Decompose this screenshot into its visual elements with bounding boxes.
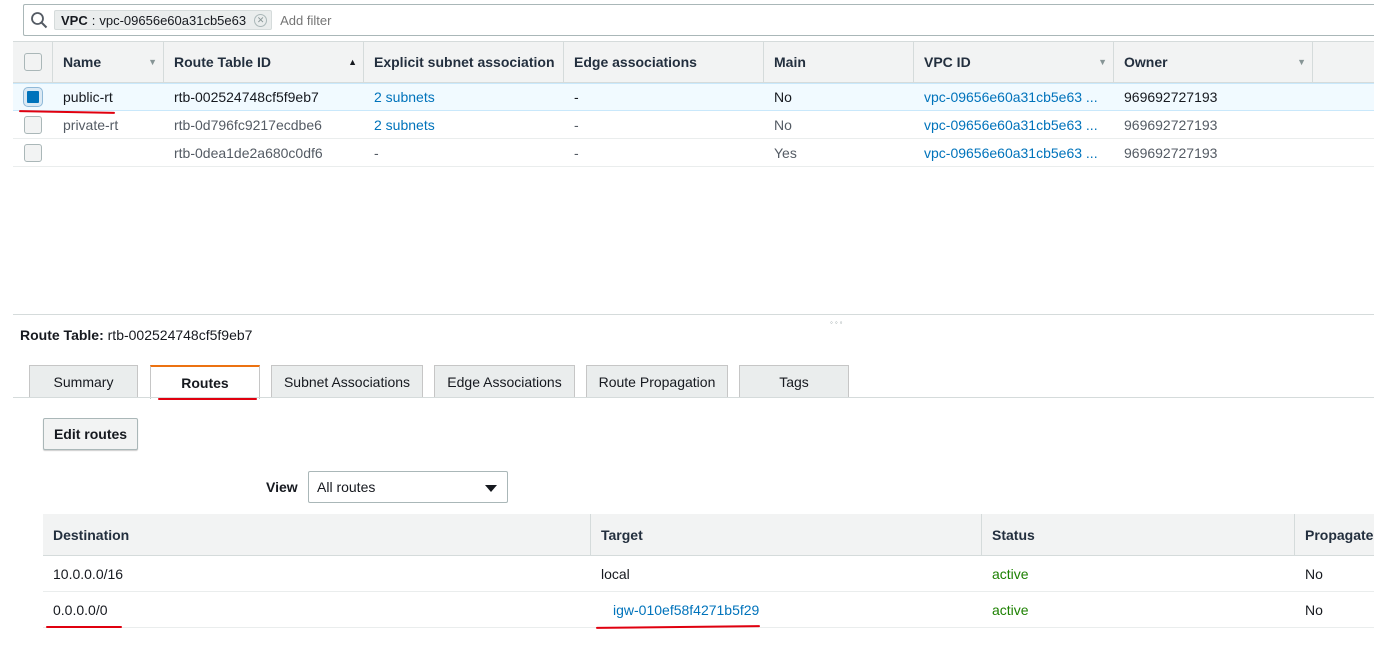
cell-main: No xyxy=(774,116,792,133)
cell-main: Yes xyxy=(774,144,797,161)
cell-owner: 969692727193 xyxy=(1124,116,1218,133)
cell-route-table-id: rtb-0dea1de2a680c0df6 xyxy=(174,144,323,161)
cell-propagated: No xyxy=(1305,565,1323,582)
column-header-status: Status xyxy=(982,514,1295,555)
column-header-main[interactable]: Main xyxy=(764,42,914,82)
cell-name: public-rt xyxy=(63,89,113,105)
row-checkbox[interactable] xyxy=(24,143,42,162)
splitter-grip-icon[interactable]: ◦◦◦ xyxy=(830,318,845,327)
column-header-destination: Destination xyxy=(43,514,591,555)
sort-caret-icon: ▼ xyxy=(148,57,157,67)
route-tables-header: Name ▼ Route Table ID ▲ Explicit subnet as… xyxy=(13,41,1374,83)
table-row[interactable]: private-rt rtb-0d796fc9217ecdbe6 2 subne… xyxy=(13,111,1374,139)
sort-caret-icon: ▼ xyxy=(1297,57,1306,67)
view-select-value: All routes xyxy=(317,479,376,495)
table-row: 0.0.0.0/0 igw-010ef58f4271b5f29 active N… xyxy=(43,592,1374,628)
select-all-cell xyxy=(13,42,53,82)
table-row[interactable]: rtb-0dea1de2a680c0df6 - - Yes vpc-09656e… xyxy=(13,139,1374,167)
filter-token: VPC : vpc-09656e60a31cb5e63 ✕ xyxy=(54,10,273,30)
column-header-name[interactable]: Name ▼ xyxy=(53,42,164,82)
cell-target: local xyxy=(601,565,630,582)
column-header-target: Target xyxy=(591,514,982,555)
filter-token-separator: : xyxy=(91,12,96,28)
filter-token-key: VPC xyxy=(61,12,88,28)
column-header-explicit-subnet[interactable]: Explicit subnet association xyxy=(364,42,564,82)
select-all-checkbox[interactable] xyxy=(23,53,42,71)
row-checkbox[interactable] xyxy=(24,88,42,106)
pane-splitter[interactable] xyxy=(13,314,1374,315)
cell-edge: - xyxy=(574,89,579,105)
column-header-propagated: Propagated xyxy=(1305,526,1374,543)
table-row[interactable]: public-rt rtb-002524748cf5f9eb7 2 subnet… xyxy=(13,83,1374,111)
vpc-link[interactable]: vpc-09656e60a31cb5e63 ... xyxy=(914,84,1114,110)
view-label: View xyxy=(266,479,298,495)
view-select[interactable]: All routes xyxy=(308,471,508,503)
subnets-link[interactable]: 2 subnets xyxy=(364,84,564,110)
cell-edge: - xyxy=(574,116,579,133)
status-badge: active xyxy=(992,601,1029,618)
column-header-spacer xyxy=(1313,42,1374,82)
cell-owner: 969692727193 xyxy=(1124,89,1218,105)
tab-subnet-associations[interactable]: Subnet Associations xyxy=(271,365,423,398)
table-row: 10.0.0.0/16 local active No xyxy=(43,556,1374,592)
tab-routes[interactable]: Routes xyxy=(150,365,260,399)
target-igw-link[interactable]: igw-010ef58f4271b5f29 xyxy=(591,592,982,627)
vpc-link[interactable]: vpc-09656e60a31cb5e63 ... xyxy=(914,139,1114,166)
search-icon xyxy=(26,5,52,35)
filter-bar[interactable]: VPC : vpc-09656e60a31cb5e63 ✕ xyxy=(23,4,1374,36)
column-header-owner[interactable]: Owner ▼ xyxy=(1114,42,1313,82)
cell-subnets: - xyxy=(374,144,379,161)
cell-name: private-rt xyxy=(63,116,119,133)
route-tables-table: Name ▼ Route Table ID ▲ Explicit subnet as… xyxy=(13,41,1374,167)
annotation-underline-routes-tab xyxy=(158,398,257,400)
status-badge: active xyxy=(992,565,1029,582)
tab-tags[interactable]: Tags xyxy=(739,365,849,398)
cell-main: No xyxy=(774,89,792,105)
add-filter-input[interactable] xyxy=(280,12,581,28)
sort-caret-icon: ▼ xyxy=(1098,57,1107,67)
column-header-edge-associations[interactable]: Edge associations xyxy=(564,42,764,82)
filter-token-value: vpc-09656e60a31cb5e63 xyxy=(99,12,247,28)
dropdown-caret-icon xyxy=(485,485,497,492)
column-header-vpc-id[interactable]: VPC ID ▼ xyxy=(914,42,1114,82)
cell-propagated: No xyxy=(1305,601,1323,618)
cell-name xyxy=(53,139,164,166)
column-header-route-table-id[interactable]: Route Table ID ▲ xyxy=(164,42,364,82)
detail-title-value: rtb-002524748cf5f9eb7 xyxy=(107,327,253,343)
cell-route-table-id: rtb-0d796fc9217ecdbe6 xyxy=(174,116,322,133)
detail-title: Route Table: rtb-002524748cf5f9eb7 xyxy=(20,327,252,343)
cell-route-table-id: rtb-002524748cf5f9eb7 xyxy=(174,89,319,105)
sort-ascending-icon: ▲ xyxy=(348,57,357,67)
annotation-underline-destination xyxy=(46,626,122,628)
tab-summary[interactable]: Summary xyxy=(29,365,138,398)
edit-routes-button[interactable]: Edit routes xyxy=(43,418,138,450)
tab-route-propagation[interactable]: Route Propagation xyxy=(586,365,728,398)
row-checkbox[interactable] xyxy=(24,115,42,134)
cell-destination: 10.0.0.0/16 xyxy=(53,565,124,582)
tab-edge-associations[interactable]: Edge Associations xyxy=(434,365,575,398)
cell-edge: - xyxy=(574,144,579,161)
routes-header: Destination Target Status Propagated xyxy=(43,514,1374,556)
detail-title-label: Route Table: xyxy=(20,327,104,343)
cell-destination: 0.0.0.0/0 xyxy=(53,601,108,618)
routes-table: Destination Target Status Propagated 10.… xyxy=(43,514,1374,628)
annotation-underline-igw xyxy=(595,625,761,629)
remove-filter-icon[interactable]: ✕ xyxy=(254,13,268,27)
subnets-link[interactable]: 2 subnets xyxy=(364,111,564,138)
vpc-link[interactable]: vpc-09656e60a31cb5e63 ... xyxy=(914,111,1114,138)
cell-owner: 969692727193 xyxy=(1124,144,1218,161)
